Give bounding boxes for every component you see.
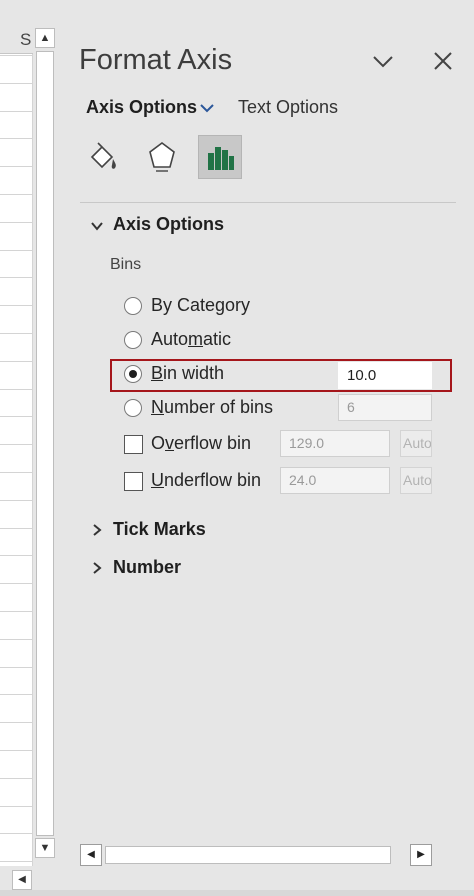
row-gridline [0, 722, 33, 723]
chevron-right-icon[interactable] [90, 561, 104, 575]
chevron-down-icon[interactable] [199, 101, 215, 115]
row-gridline [0, 778, 33, 779]
row-gridline [0, 250, 33, 251]
section-axis-options[interactable]: Axis Options [113, 214, 224, 235]
row-gridline [0, 361, 33, 362]
automatic-label: Automatic [151, 329, 232, 349]
row-gridline [0, 555, 33, 556]
scroll-down-button[interactable]: ▼ [35, 838, 55, 858]
fill-line-icon[interactable] [82, 135, 126, 179]
row-gridline [0, 806, 33, 807]
effects-icon[interactable] [140, 135, 184, 179]
row-gridline [0, 611, 33, 612]
by-category-radio[interactable] [124, 297, 142, 315]
row-gridline [0, 583, 33, 584]
row-gridline [0, 639, 33, 640]
format-axis-pane: Format Axis Axis Options Text Options Ax… [62, 26, 474, 890]
section-number[interactable]: Number [113, 557, 181, 578]
row-gridline [0, 389, 33, 390]
sheet-vertical-scrollbar[interactable]: ▲ ▼ [33, 26, 59, 866]
bin-width-option[interactable]: Bin width [122, 362, 322, 388]
number-of-bins-input[interactable]: 6 [338, 394, 432, 421]
underflow-bin-label: Underflow bin [151, 470, 262, 490]
scroll-up-button[interactable]: ▲ [35, 28, 55, 48]
number-of-bins-option[interactable]: Number of bins [122, 396, 332, 422]
number-of-bins-radio[interactable] [124, 399, 142, 417]
overflow-auto-button[interactable]: Auto [400, 430, 432, 457]
by-category-option[interactable]: By Category [122, 294, 322, 320]
row-gridline [0, 83, 33, 84]
pane-scroll-right-button[interactable]: ▶ [410, 844, 432, 866]
row-gridline [0, 166, 33, 167]
pane-options-chevron-icon[interactable] [370, 48, 396, 74]
overflow-bin-label: Overflow bin [151, 433, 252, 453]
bin-width-label: Bin width [151, 363, 225, 383]
by-category-label: By Category [151, 295, 251, 315]
automatic-radio[interactable] [124, 331, 142, 349]
divider [80, 202, 456, 203]
spreadsheet-cells[interactable] [0, 26, 33, 866]
status-strip [0, 890, 474, 896]
underflow-bin-checkbox[interactable] [124, 472, 143, 491]
row-gridline [0, 444, 33, 445]
pane-scroll-left-button[interactable]: ◀ [80, 844, 102, 866]
row-gridline [0, 750, 33, 751]
row-gridline [0, 305, 33, 306]
overflow-bin-input[interactable]: 129.0 [280, 430, 390, 457]
pane-title: Format Axis [79, 44, 233, 76]
pane-scrollbar-thumb[interactable] [105, 846, 391, 864]
bin-width-input[interactable]: 10.0 [338, 362, 432, 389]
close-icon[interactable] [430, 48, 456, 74]
row-gridline [0, 472, 33, 473]
automatic-option[interactable]: Automatic [122, 328, 322, 354]
bins-label: Bins [110, 256, 142, 273]
underflow-auto-button[interactable]: Auto [400, 467, 432, 494]
pane-horizontal-scrollbar[interactable]: ◀ ▶ [80, 844, 432, 866]
row-gridline [0, 500, 33, 501]
row-gridline [0, 138, 33, 139]
bin-width-radio[interactable] [124, 365, 142, 383]
row-gridline [0, 833, 33, 834]
row-gridline [0, 694, 33, 695]
chevron-right-icon[interactable] [90, 523, 104, 537]
chevron-down-icon[interactable] [90, 219, 104, 233]
row-gridline [0, 667, 33, 668]
row-gridline [0, 55, 33, 56]
row-gridline [0, 222, 33, 223]
column-header[interactable]: S [0, 26, 33, 54]
sheet-corner [0, 0, 33, 26]
row-gridline [0, 333, 33, 334]
tab-text-options[interactable]: Text Options [238, 97, 338, 118]
number-of-bins-label: Number of bins [151, 397, 274, 417]
row-gridline [0, 528, 33, 529]
row-gridline [0, 277, 33, 278]
underflow-bin-input[interactable]: 24.0 [280, 467, 390, 494]
tab-axis-options[interactable]: Axis Options [86, 97, 197, 118]
sheet-scroll-left-button[interactable]: ◀ [12, 870, 32, 890]
overflow-bin-option[interactable]: Overflow bin [122, 432, 282, 458]
axis-options-icon[interactable] [198, 135, 242, 179]
section-tick-marks[interactable]: Tick Marks [113, 519, 206, 540]
row-gridline [0, 416, 33, 417]
scrollbar-thumb[interactable] [36, 51, 54, 836]
underflow-bin-option[interactable]: Underflow bin [122, 469, 282, 495]
row-gridline [0, 194, 33, 195]
row-gridline [0, 111, 33, 112]
overflow-bin-checkbox[interactable] [124, 435, 143, 454]
row-gridline [0, 861, 33, 862]
